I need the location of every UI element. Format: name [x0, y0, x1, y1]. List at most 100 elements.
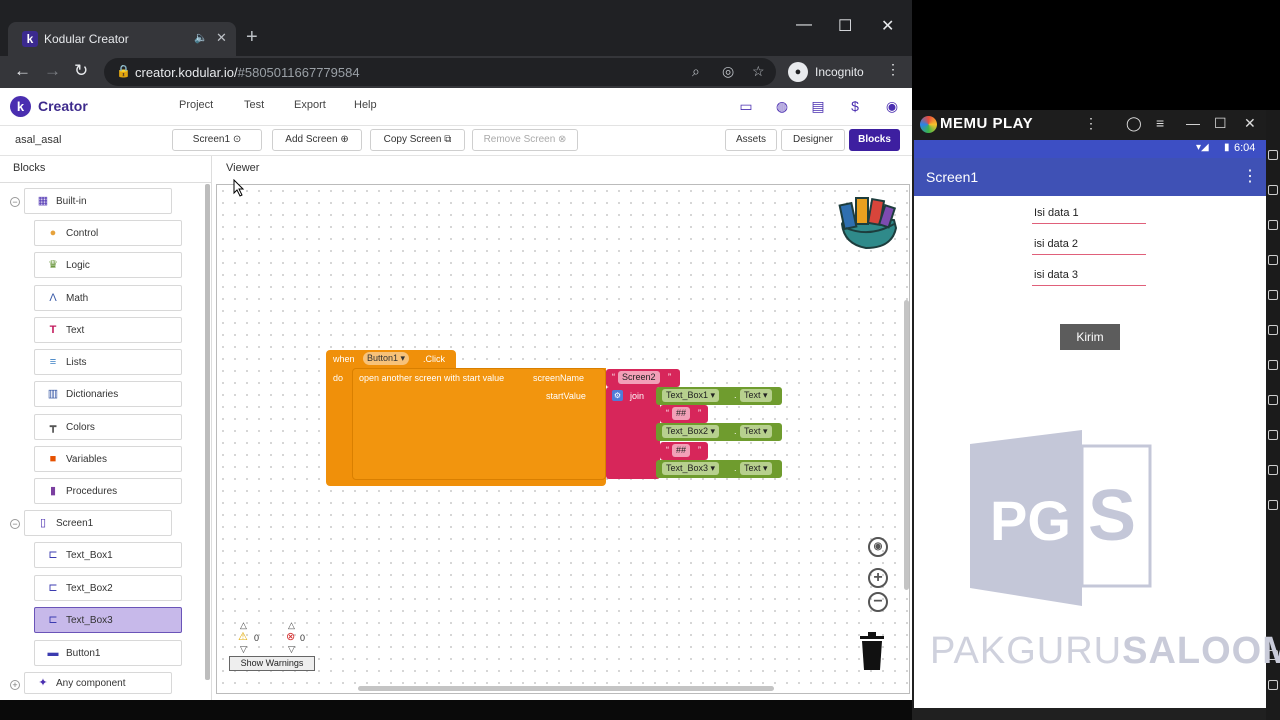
rotate-icon[interactable] [1268, 465, 1278, 475]
tree-item-text[interactable]: T Text [34, 317, 182, 343]
property-dropdown[interactable]: Text ▾ [740, 462, 772, 475]
tree-item-lists[interactable]: ≡ Lists [34, 349, 182, 375]
collapse-screen1-icon[interactable]: − [10, 519, 20, 529]
speaker-icon[interactable]: 🔈 [194, 31, 208, 44]
emulator-minimize-icon[interactable]: — [1186, 115, 1200, 131]
tree-item-control[interactable]: ● Control [34, 220, 182, 246]
separator-value[interactable]: ## [672, 444, 691, 457]
tree-item-dictionaries[interactable]: ▥ Dictionaries [34, 381, 182, 407]
menu-project[interactable]: Project [179, 99, 213, 111]
reload-icon[interactable]: ↻ [74, 61, 88, 81]
open-screen-block[interactable]: open another screen with start value scr… [352, 368, 606, 480]
volume-down-icon[interactable] [1268, 360, 1278, 370]
collapse-builtin-icon[interactable]: − [10, 197, 20, 207]
forward-arrow-icon[interactable]: → [44, 61, 61, 81]
more-icon[interactable] [1268, 500, 1278, 510]
workspace-vertical-scrollbar[interactable] [904, 300, 909, 590]
error-down-arrow-icon[interactable]: ▽ [288, 644, 295, 655]
separator-value[interactable]: ## [672, 407, 691, 420]
minimize-button[interactable]: — [796, 16, 812, 34]
browser-tab[interactable]: k Kodular Creator 🔈 ✕ [8, 22, 236, 56]
tree-item-math[interactable]: Λ Math [34, 285, 182, 311]
folder-icon[interactable]: ▭ [738, 98, 754, 114]
zoom-search-icon[interactable]: ⌕ [692, 63, 700, 80]
trash-icon[interactable] [856, 630, 888, 672]
copy-screen-button[interactable]: Copy Screen ⧉ [370, 129, 465, 151]
blocks-button[interactable]: Blocks [849, 129, 900, 151]
tree-item-variables[interactable]: ■ Variables [34, 446, 182, 472]
screen-name-text-block[interactable]: “ Screen2 ” [606, 369, 680, 387]
menu-test[interactable]: Test [244, 99, 264, 111]
tree-item-logic[interactable]: ♛ Logic [34, 252, 182, 278]
kebab-menu-icon[interactable]: ⋮ [886, 61, 900, 78]
gear-icon[interactable]: ⚙ [612, 390, 623, 401]
event-block-header[interactable]: when Button1 ▾ .Click [326, 350, 456, 368]
screen-name-value[interactable]: Screen2 [618, 371, 660, 384]
tracking-off-icon[interactable]: ◎ [722, 63, 734, 80]
overflow-menu-icon[interactable]: ⋮ [1242, 166, 1258, 186]
location-icon[interactable] [1268, 290, 1278, 300]
show-warnings-button[interactable]: Show Warnings [229, 656, 315, 671]
text-box2-getter-block[interactable]: Text_Box2 ▾ . Text ▾ [656, 423, 782, 441]
emulator-account-icon[interactable]: ◯ [1126, 115, 1142, 132]
warning-down-arrow-icon[interactable]: ▽ [240, 644, 247, 655]
new-tab-button[interactable]: + [246, 26, 258, 49]
property-dropdown[interactable]: Text ▾ [740, 389, 772, 402]
tree-builtin[interactable]: ▦ Built-in [24, 188, 172, 214]
back-arrow-icon[interactable]: ← [14, 61, 31, 81]
add-screen-button[interactable]: Add Screen ⊕ [272, 129, 362, 151]
menu-export[interactable]: Export [294, 99, 326, 111]
blocks-panel-scrollbar[interactable] [205, 184, 210, 680]
text-box3-field[interactable]: isi data 3 [1032, 264, 1146, 286]
tree-screen1[interactable]: ▯ Screen1 [24, 510, 172, 536]
assets-button[interactable]: Assets [725, 129, 777, 151]
join-block[interactable]: ⚙ join [606, 387, 660, 479]
tree-item-text-box2[interactable]: ⊏ Text_Box2 [34, 575, 182, 601]
emulator-hamburger-icon[interactable]: ≡ [1156, 115, 1164, 131]
star-bookmark-icon[interactable]: ☆ [752, 63, 765, 80]
zoom-out-icon[interactable]: − [868, 592, 888, 612]
palette-icon[interactable]: ◍ [774, 98, 790, 114]
separator-text-block-1[interactable]: “ ## ” [660, 405, 708, 423]
screenshot-icon[interactable] [1268, 220, 1278, 230]
home-icon[interactable] [1268, 680, 1278, 690]
folder-share-icon[interactable] [1268, 430, 1278, 440]
expand-any-component-icon[interactable]: + [10, 680, 20, 690]
tree-item-colors[interactable]: ┳ Colors [34, 414, 182, 440]
text-box2-field[interactable]: isi data 2 [1032, 233, 1146, 255]
zoom-in-icon[interactable]: + [868, 568, 888, 588]
backpack-icon[interactable] [836, 194, 900, 252]
workspace-horizontal-scrollbar[interactable] [358, 686, 774, 691]
tree-item-text-box3[interactable]: ⊏ Text_Box3 [34, 607, 182, 633]
account-icon[interactable]: ◉ [884, 98, 900, 114]
component-dropdown[interactable]: Text_Box3 ▾ [662, 462, 720, 475]
close-window-button[interactable]: ✕ [881, 16, 894, 36]
emulator-menu-icon[interactable]: ⋮ [1084, 115, 1098, 132]
recenter-icon[interactable]: ◉ [868, 537, 888, 557]
dollar-icon[interactable]: $ [847, 98, 863, 114]
maximize-button[interactable]: ☐ [838, 16, 852, 36]
screen-select-button[interactable]: Screen1 ⊙ [172, 129, 262, 151]
emulator-maximize-icon[interactable]: ☐ [1214, 115, 1227, 132]
fullscreen-icon[interactable] [1268, 150, 1278, 160]
emulator-close-icon[interactable]: ✕ [1244, 115, 1256, 132]
event-component-dropdown[interactable]: Button1 ▾ [363, 352, 410, 365]
tree-any-component[interactable]: ✦ Any component [24, 672, 172, 694]
separator-text-block-2[interactable]: “ ## ” [660, 442, 708, 460]
address-bar[interactable]: 🔒 creator.kodular.io/#5805011667779584 ⌕… [104, 58, 776, 86]
text-box1-field[interactable]: Isi data 1 [1032, 202, 1146, 224]
remove-screen-button[interactable]: Remove Screen ⊗ [472, 129, 578, 151]
apk-icon[interactable] [1268, 395, 1278, 405]
menu-help[interactable]: Help [354, 99, 377, 111]
keyboard-icon[interactable] [1268, 185, 1278, 195]
kirim-button[interactable]: Kirim [1060, 324, 1120, 350]
tree-item-text-box1[interactable]: ⊏ Text_Box1 [34, 542, 182, 568]
text-box3-getter-block[interactable]: Text_Box3 ▾ . Text ▾ [656, 460, 782, 478]
property-dropdown[interactable]: Text ▾ [740, 425, 772, 438]
tree-item-button1[interactable]: ▬ Button1 [34, 640, 182, 666]
component-dropdown[interactable]: Text_Box2 ▾ [662, 425, 720, 438]
library-icon[interactable]: ▤ [810, 98, 826, 114]
close-tab-icon[interactable]: ✕ [216, 30, 227, 46]
tree-item-procedures[interactable]: ▮ Procedures [34, 478, 182, 504]
shake-icon[interactable] [1268, 255, 1278, 265]
